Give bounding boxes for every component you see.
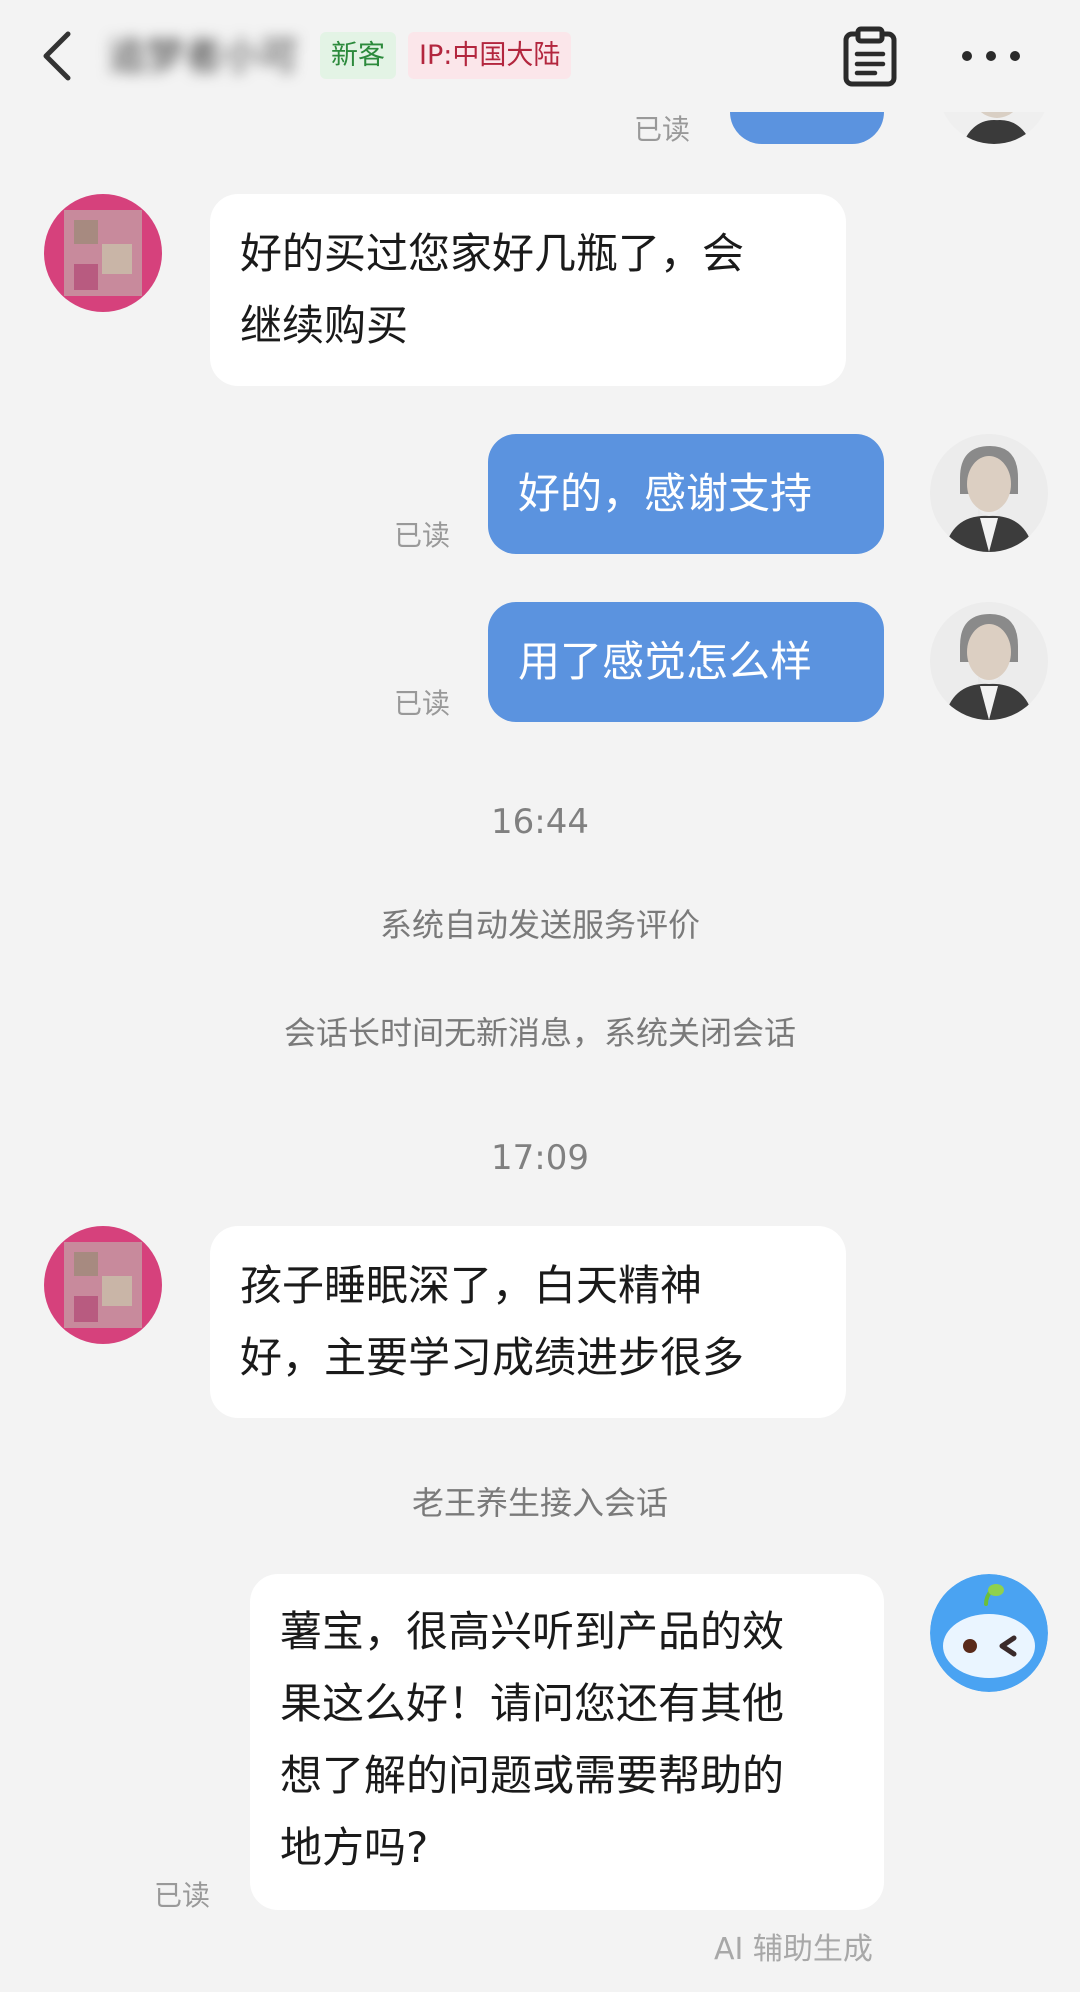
ai-generated-hint: AI 辅助生成 [714, 1932, 873, 1967]
contact-name[interactable]: 追梦者小可 [108, 28, 318, 84]
back-button[interactable] [36, 28, 80, 84]
customer-avatar-blurred-icon [44, 1226, 162, 1344]
elder-portrait-avatar-icon [930, 602, 1048, 720]
more-options-button[interactable] [958, 36, 1024, 76]
message-line: 地方吗? [280, 1823, 429, 1872]
message-bubble-incoming[interactable]: 好的买过您家好几瓶了，会 继续购买 [210, 194, 846, 386]
clipboard-icon [843, 26, 897, 87]
seller-avatar[interactable] [930, 434, 1048, 552]
customer-avatar-blurred-icon [44, 194, 162, 312]
more-dots-icon [962, 51, 1020, 61]
message-bubble-outgoing[interactable]: 用了感觉怎么样 [488, 602, 884, 722]
read-receipt: 已读 [394, 519, 451, 552]
new-customer-badge: 新客 [320, 32, 396, 79]
message-line: 想了解的问题或需要帮助的 [280, 1751, 785, 1800]
clipboard-button[interactable] [842, 26, 898, 88]
message-line: 好，主要学习成绩进步很多 [240, 1333, 745, 1382]
message-line: 薯宝，很高兴听到产品的效 [280, 1607, 785, 1656]
message-bubble-outgoing[interactable]: 好的，感谢支持 [488, 434, 884, 554]
chat-header: 追梦者小可 新客 IP:中国大陆 [0, 0, 1080, 112]
message-bubble-outgoing-ai[interactable]: 薯宝，很高兴听到产品的效 果这么好！请问您还有其他 想了解的问题或需要帮助的 地… [250, 1574, 884, 1910]
message-line: 果这么好！请问您还有其他 [280, 1679, 785, 1728]
customer-avatar[interactable] [44, 194, 162, 312]
message-line: 孩子睡眠深了，白天精神 [240, 1261, 703, 1310]
message-line: 好的买过您家好几瓶了，会 [240, 229, 745, 278]
system-message: 会话长时间无新消息，系统关闭会话 [283, 1014, 796, 1052]
customer-avatar[interactable] [44, 1226, 162, 1344]
timestamp: 16:44 [491, 802, 589, 842]
ai-robot-avatar-icon [930, 1574, 1048, 1692]
read-receipt: 已读 [634, 113, 691, 146]
read-receipt: 已读 [154, 1879, 211, 1912]
timestamp: 17:09 [491, 1138, 589, 1178]
ip-location-badge: IP:中国大陆 [408, 32, 572, 79]
read-receipt: 已读 [394, 687, 451, 720]
system-message: 老王养生接入会话 [411, 1484, 668, 1522]
message-bubble-incoming[interactable]: 孩子睡眠深了，白天精神 好，主要学习成绩进步很多 [210, 1226, 846, 1418]
message-line: 继续购买 [240, 301, 409, 350]
elder-portrait-avatar-icon [930, 434, 1048, 552]
chevron-left-icon [43, 31, 71, 81]
seller-avatar[interactable] [930, 602, 1048, 720]
ai-assistant-avatar[interactable] [930, 1574, 1048, 1692]
system-message: 系统自动发送服务评价 [379, 906, 700, 944]
